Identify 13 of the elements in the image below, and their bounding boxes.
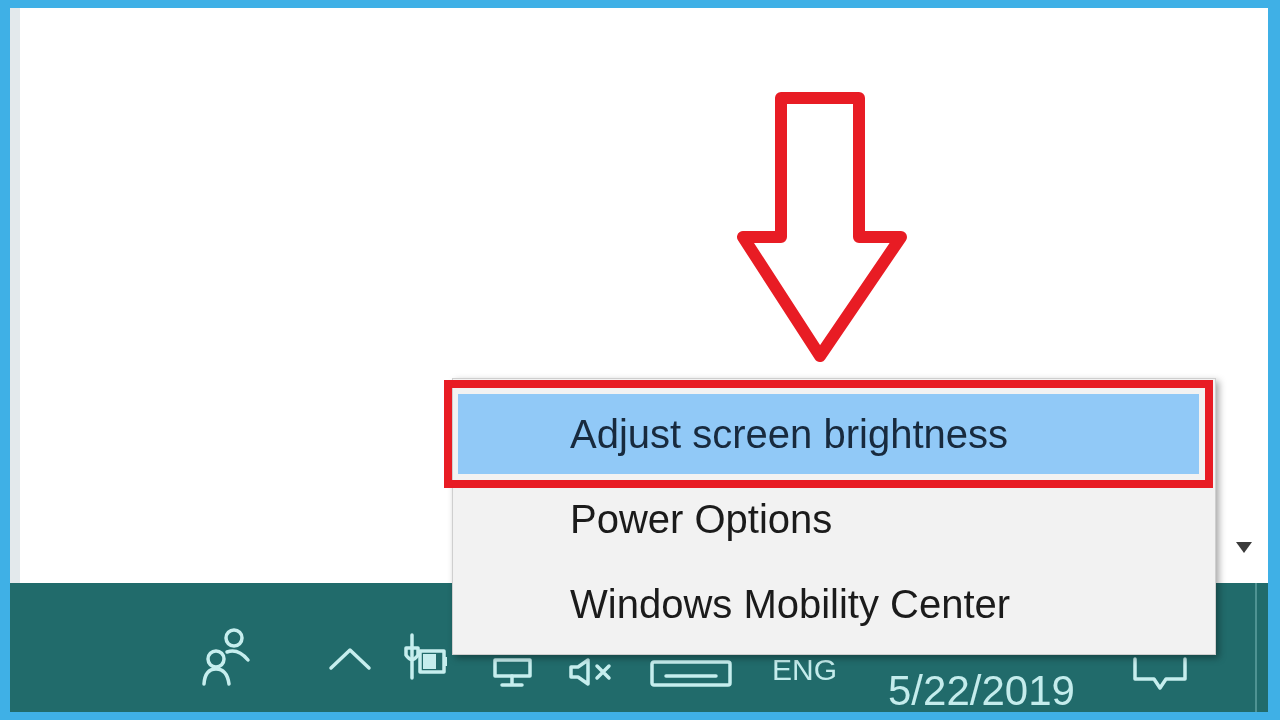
clock-date[interactable]: 5/22/2019 — [888, 670, 1075, 712]
down-arrow-icon — [735, 92, 909, 364]
caret-icon[interactable] — [1236, 542, 1252, 553]
monitor-icon[interactable] — [492, 658, 533, 687]
people-icon[interactable] — [200, 627, 252, 687]
notification-icon[interactable] — [1131, 657, 1188, 691]
menu-item[interactable]: Power Options — [458, 479, 1199, 559]
keyboard-icon[interactable] — [650, 660, 732, 687]
language-indicator[interactable]: ENG — [772, 655, 837, 685]
chevron-up-icon[interactable] — [327, 645, 373, 672]
menu-item[interactable]: Windows Mobility Center — [458, 564, 1199, 644]
menu-item[interactable]: Adjust screen brightness — [458, 394, 1199, 474]
battery-plug-icon[interactable] — [403, 633, 449, 680]
